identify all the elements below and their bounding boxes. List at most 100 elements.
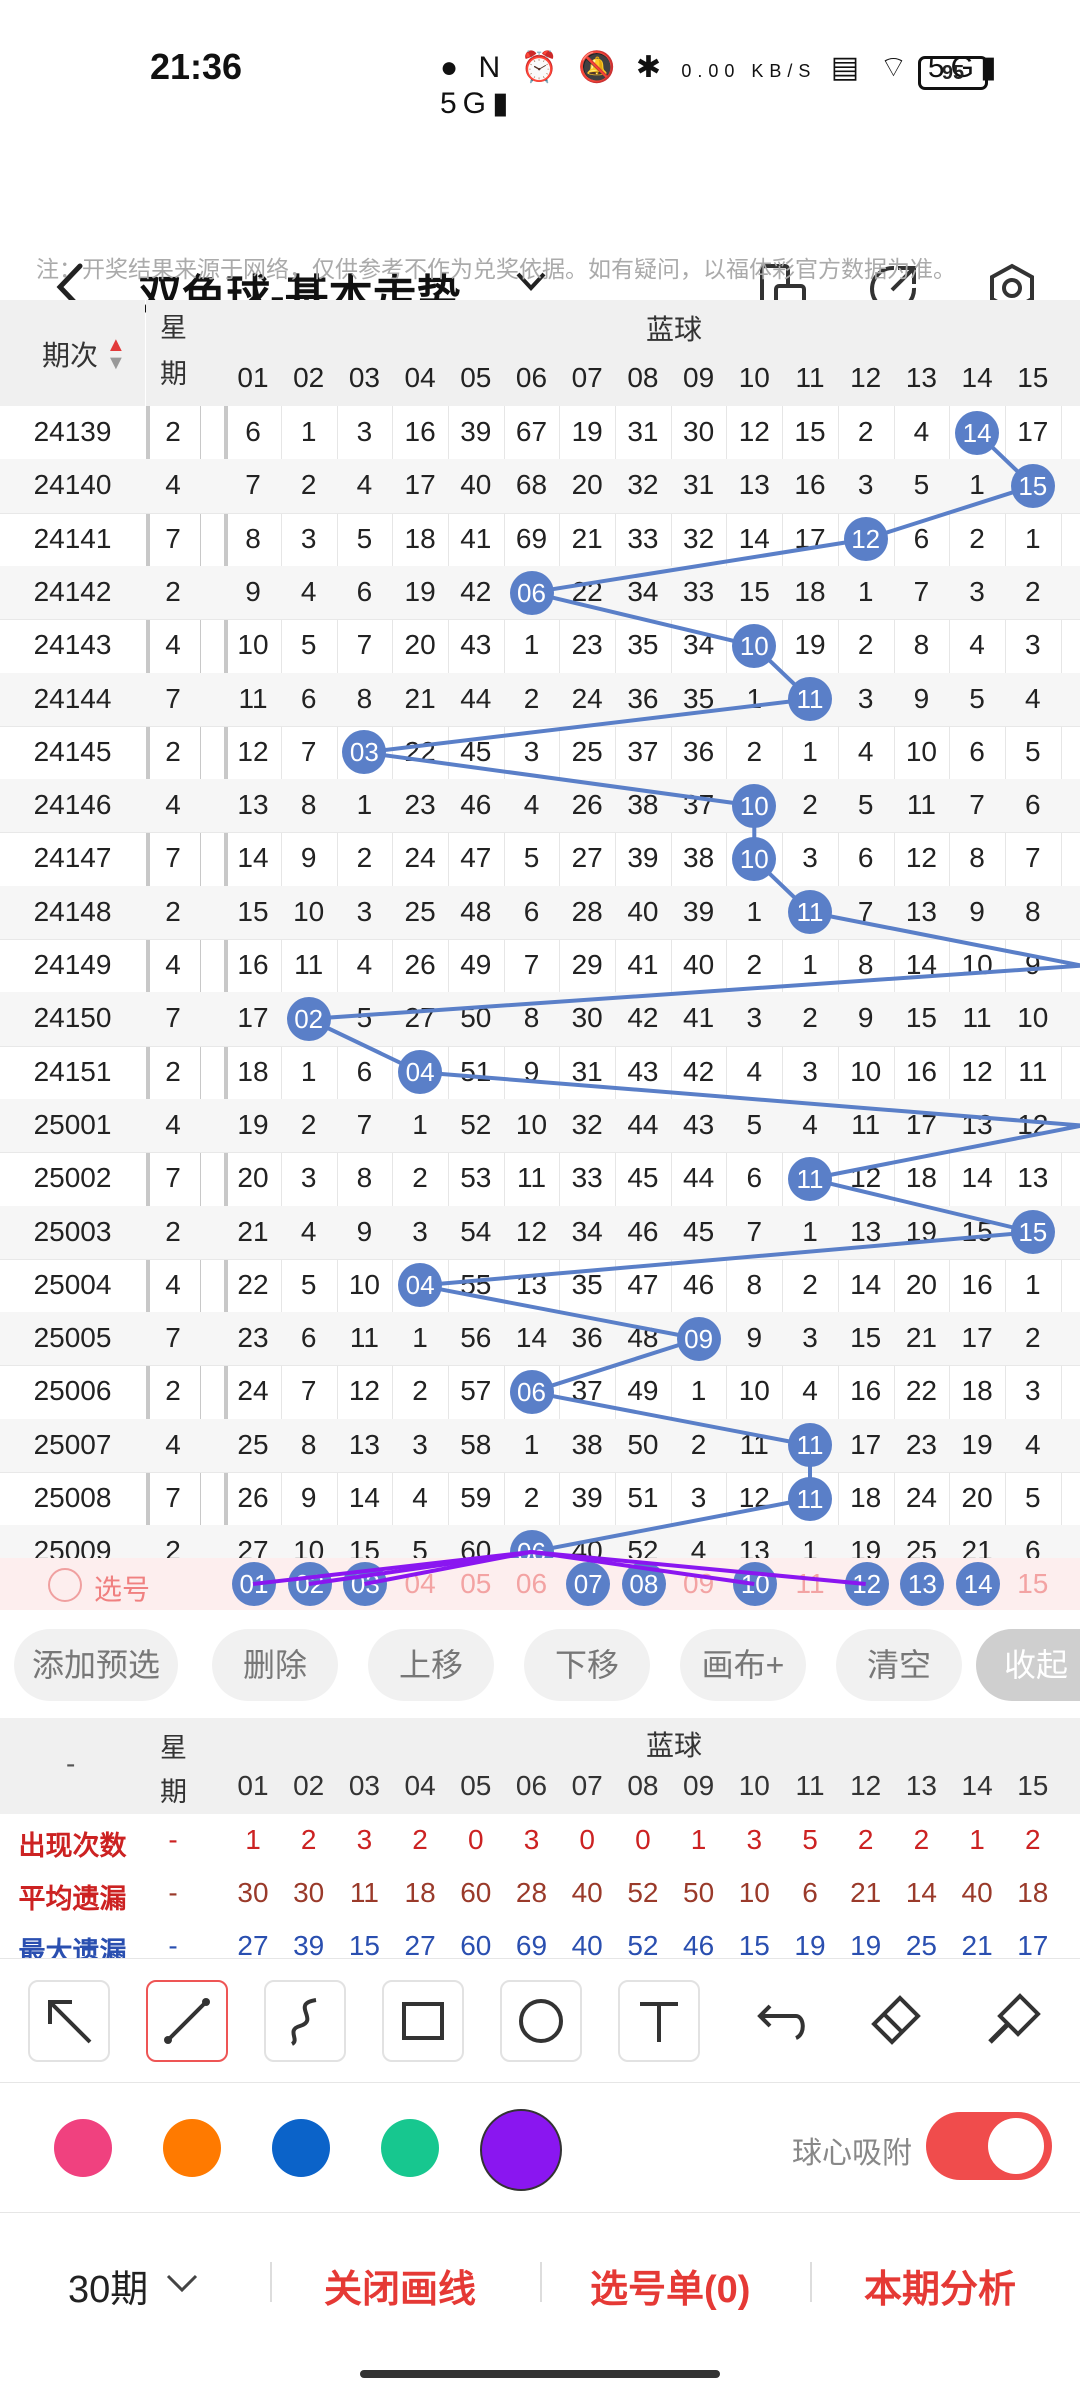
analysis-button[interactable]: 本期分析 — [864, 2258, 1016, 2313]
stats-column-header: 07 — [571, 1770, 603, 1801]
color-swatch[interactable] — [54, 2119, 112, 2177]
stats-cell: 69 — [515, 1930, 548, 1958]
color-swatch[interactable] — [163, 2119, 221, 2177]
stats-cell: 60 — [460, 1930, 492, 1958]
stats-row-label: 最大遗漏 — [18, 1937, 127, 1958]
trend-grid: 期次 ▲ ▼ 星 期 蓝球 01 02 03 04 05 06 07 08 09 10 11 12 13… — [0, 300, 1080, 1610]
divider — [0, 2212, 1080, 2213]
stats-column-header: 01 — [237, 1770, 269, 1801]
disclaimer-notice: 注：开奖结果来源于网络，仅供参考不作为兑奖依据。如有疑问，以福体彩官方数据为准。 — [36, 256, 956, 282]
canvas-plus-button[interactable]: 画布+ — [680, 1629, 806, 1701]
stats-column-header: 02 — [293, 1770, 325, 1801]
divider — [810, 2262, 812, 2302]
stats-cell: 40 — [961, 1877, 993, 1908]
home-indicator[interactable] — [360, 2370, 720, 2378]
stats-column-header: 13 — [905, 1770, 937, 1801]
snap-label: 球心吸附 — [792, 2137, 912, 2170]
text-tool-icon[interactable] — [618, 1980, 700, 2062]
add-preselect-button[interactable]: 添加预选 — [14, 1629, 178, 1701]
stats-cell: 2 — [300, 1824, 317, 1855]
stats-cell: 46 — [683, 1930, 715, 1958]
stats-column-header: 10 — [738, 1770, 770, 1801]
stats-column-header: 12 — [850, 1770, 882, 1801]
stats-cell: 14 — [905, 1877, 937, 1908]
stats-cell: 2 — [412, 1824, 428, 1855]
stats-cell: 18 — [404, 1877, 436, 1908]
stats-cell: 25 — [905, 1930, 937, 1958]
color-swatch[interactable] — [480, 2109, 562, 2191]
undo-icon[interactable] — [736, 1980, 818, 2062]
stats-week: - — [168, 1877, 178, 1908]
drawn-line — [531, 1549, 866, 1586]
move-down-button[interactable]: 下移 — [524, 1629, 650, 1701]
stats-column-header: 03 — [348, 1770, 380, 1801]
stats-cell: 17 — [1017, 1930, 1049, 1958]
brush-icon[interactable] — [972, 1980, 1054, 2062]
stats-cell: 28 — [515, 1877, 548, 1908]
status-bar: 21:36 ● N ⏰ 🔕 ✱ 0.00 KB/S ▤ ⌔ 5G▮ 5G▮ 95 — [0, 0, 1080, 120]
divider — [540, 2262, 542, 2302]
divider — [0, 1958, 1080, 1959]
delete-button[interactable]: 删除 — [212, 1629, 338, 1701]
collapse-button[interactable]: 收起 — [976, 1629, 1080, 1701]
snap-toggle[interactable] — [926, 2112, 1052, 2180]
freehand-tool-icon[interactable] — [264, 1980, 346, 2062]
stats-cell: 0 — [635, 1824, 651, 1855]
clear-button[interactable]: 清空 — [836, 1629, 962, 1701]
stats-table: - 星 期 蓝球 01 02 03 04 05 06 07 08 09 10 11 12 13 14 15 … — [0, 1718, 1080, 1958]
rectangle-tool-icon[interactable] — [382, 1980, 464, 2062]
stats-section-label: 蓝球 — [646, 1730, 703, 1761]
stats-cell: 60 — [460, 1877, 492, 1908]
stats-cell: 52 — [627, 1877, 659, 1908]
stats-cell: 21 — [850, 1877, 882, 1908]
stats-column-header: 11 — [795, 1770, 825, 1801]
stats-cell: 3 — [746, 1824, 763, 1855]
stats-cell: 40 — [571, 1877, 603, 1908]
stats-cell: 0 — [468, 1824, 484, 1855]
stats-column-header: 05 — [460, 1770, 492, 1801]
stats-column-header: 04 — [404, 1770, 436, 1801]
stats-row-label: 平均遗漏 — [18, 1884, 127, 1914]
stats-cell: 19 — [850, 1930, 882, 1958]
stats-cell: 15 — [348, 1930, 380, 1958]
stats-cell: 1 — [969, 1824, 985, 1855]
battery-icon: 95 — [918, 56, 988, 90]
stats-cell: 50 — [683, 1877, 715, 1908]
stats-cell: 6 — [802, 1877, 818, 1908]
stats-cell: 1 — [245, 1824, 261, 1855]
arrow-tool-icon[interactable] — [28, 1980, 110, 2062]
stats-week-bottom: 期 — [160, 1777, 187, 1807]
stats-column-header: 06 — [515, 1770, 548, 1801]
stats-cell: 15 — [738, 1930, 770, 1958]
stats-cell: 27 — [404, 1930, 436, 1958]
stats-cell: 10 — [738, 1877, 770, 1908]
color-swatch[interactable] — [272, 2119, 330, 2177]
stats-week: - — [168, 1930, 178, 1958]
stats-week: - — [168, 1824, 178, 1855]
period-selector[interactable]: 30期 — [68, 2258, 148, 2313]
stats-cell: 3 — [356, 1824, 373, 1855]
stats-column-header: 09 — [683, 1770, 715, 1801]
move-up-button[interactable]: 上移 — [368, 1629, 494, 1701]
line-tool-icon[interactable] — [146, 1980, 228, 2062]
stats-cell: 5 — [802, 1824, 818, 1855]
stats-cell: 27 — [237, 1930, 269, 1958]
pick-list-button[interactable]: 选号单(0) — [590, 2258, 750, 2313]
stats-cell: 3 — [523, 1824, 540, 1855]
eraser-icon[interactable] — [854, 1980, 936, 2062]
clock: 21:36 — [150, 46, 243, 87]
close-drawing-button[interactable]: 关闭画线 — [324, 2258, 476, 2313]
stats-column-header: 14 — [961, 1770, 993, 1801]
stats-cell: 30 — [237, 1877, 269, 1908]
stats-cell: 39 — [293, 1930, 325, 1958]
stats-cell: 11 — [349, 1877, 379, 1908]
period-chevron-icon[interactable] — [164, 2272, 200, 2296]
stats-cell: 52 — [627, 1930, 659, 1958]
circle-tool-icon[interactable] — [500, 1980, 582, 2062]
color-swatch[interactable] — [381, 2119, 439, 2177]
stats-cell: 30 — [293, 1877, 325, 1908]
stats-cell: 0 — [579, 1824, 595, 1855]
stats-cell: 2 — [857, 1824, 874, 1855]
stats-column-header: 08 — [627, 1770, 659, 1801]
stats-column-header: 15 — [1017, 1770, 1049, 1801]
